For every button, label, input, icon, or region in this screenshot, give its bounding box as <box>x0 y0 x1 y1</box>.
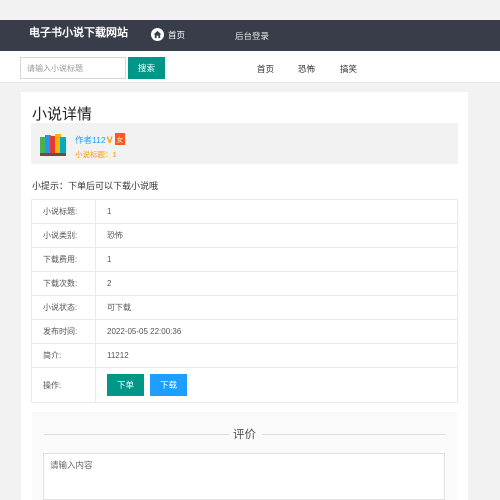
actions-cell: 下单 下载 <box>95 367 458 403</box>
table-row: 小说标题: 1 <box>31 199 458 224</box>
download-button[interactable]: 下载 <box>150 374 187 396</box>
subnav-item-horror[interactable]: 恐怖 <box>298 63 315 75</box>
subnav-item-home[interactable]: 首页 <box>257 63 274 75</box>
top-nav-bar: 电子书小说下载网站 首页 后台登录 <box>0 20 500 51</box>
table-row: 小说类别: 恐怖 <box>31 223 458 248</box>
row-label: 下载费用: <box>31 247 96 272</box>
site-title: 电子书小说下载网站 <box>29 27 128 39</box>
novel-detail-card: 小说详情 作者112V 女 小说标题：1 小提示：下单后可以下载小说哦 小说标题:… <box>21 92 468 500</box>
page-title: 小说详情 <box>32 106 93 123</box>
table-row: 发布时间: 2022-05-05 22:00:36 <box>31 319 458 344</box>
row-label: 小说标题: <box>31 199 96 224</box>
search-input[interactable] <box>20 57 126 79</box>
row-label: 小说状态: <box>31 295 96 320</box>
row-value: 可下载 <box>95 295 458 320</box>
review-input[interactable] <box>43 453 445 500</box>
book-cover-icon <box>40 134 66 156</box>
author-info-box: 作者112V 女 小说标题：1 <box>31 123 458 164</box>
subnav-item-comedy[interactable]: 搞笑 <box>340 63 357 75</box>
nav-home-link[interactable]: 首页 <box>151 28 185 41</box>
table-row: 下载次数: 2 <box>31 271 458 296</box>
search-button[interactable]: 搜索 <box>128 57 165 79</box>
row-value: 1 <box>95 247 458 272</box>
row-label: 发布时间: <box>31 319 96 344</box>
row-value: 2 <box>95 271 458 296</box>
table-row: 简介: 11212 <box>31 343 458 368</box>
download-tip: 小提示：下单后可以下载小说哦 <box>32 181 159 191</box>
row-value: 11212 <box>95 343 458 368</box>
novel-info-table: 小说标题: 1 小说类别: 恐怖 下载费用: 1 下载次数: 2 小说状态: 可… <box>31 199 458 403</box>
table-row: 小说状态: 可下载 <box>31 295 458 320</box>
row-value: 2022-05-05 22:00:36 <box>95 319 458 344</box>
search-bar: 搜索 首页 恐怖 搞笑 <box>0 51 500 83</box>
nav-admin-login-link[interactable]: 后台登录 <box>235 30 269 42</box>
gender-badge: 女 <box>114 133 126 145</box>
order-button[interactable]: 下单 <box>107 374 144 396</box>
verified-icon: V <box>106 135 113 145</box>
author-line: 作者112V 女 <box>75 133 126 146</box>
table-row-actions: 操作: 下单 下载 <box>31 367 458 403</box>
row-label: 下载次数: <box>31 271 96 296</box>
novel-title-line: 小说标题：1 <box>75 150 117 159</box>
row-value: 1 <box>95 199 458 224</box>
review-section: 评价 <box>32 412 457 500</box>
table-row: 下载费用: 1 <box>31 247 458 272</box>
row-label: 小说类别: <box>31 223 96 248</box>
home-icon <box>151 28 164 41</box>
author-name[interactable]: 作者112 <box>75 135 106 145</box>
row-label: 简介: <box>31 343 96 368</box>
nav-home-label: 首页 <box>168 29 186 40</box>
divider-line <box>262 434 446 435</box>
row-value: 恐怖 <box>95 223 458 248</box>
row-label: 操作: <box>31 367 96 403</box>
